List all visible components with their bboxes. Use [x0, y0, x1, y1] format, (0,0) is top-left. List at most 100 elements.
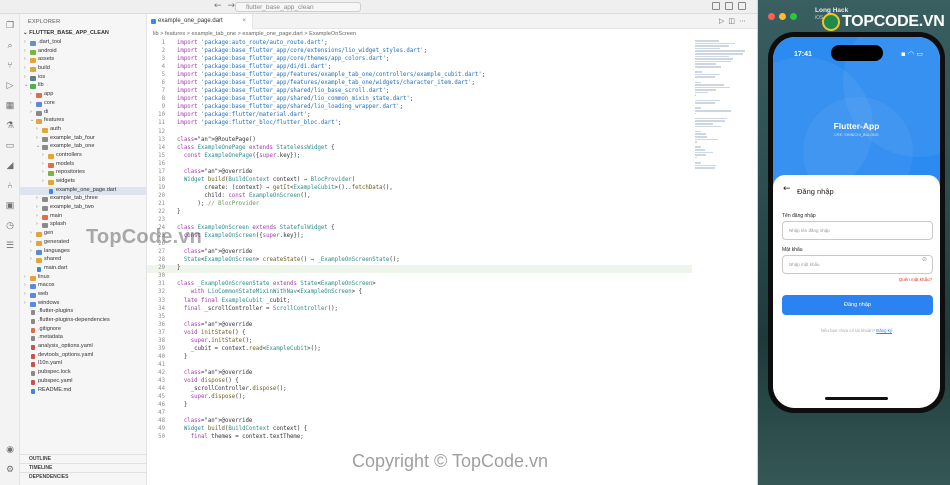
code-line[interactable]: 37 void initState() {	[147, 330, 692, 338]
code-line[interactable]: 42 class="an">@override	[147, 370, 692, 378]
code-line[interactable]: 12	[147, 129, 692, 137]
breadcrumb[interactable]: lib > features > example_tab_one > examp…	[153, 31, 356, 37]
command-center-search[interactable]: flutter_base_app_clean	[235, 2, 361, 12]
code-editor[interactable]: 1 import 'package:auto_route/auto_route.d…	[147, 40, 692, 442]
tree-folder[interactable]: › models	[20, 161, 147, 170]
project-root[interactable]: ⌄ FLUTTER_BASE_APP_CLEAN	[23, 30, 109, 36]
code-line[interactable]: 4 import 'package:base_flutter_app/di/di.…	[147, 64, 692, 72]
code-line[interactable]: 35	[147, 314, 692, 322]
code-line[interactable]: 16	[147, 161, 692, 169]
tree-file[interactable]: .metadata	[20, 334, 147, 343]
tree-folder[interactable]: › widgets	[20, 178, 147, 187]
code-line[interactable]: 20 child: const ExampleOnScreen(),	[147, 193, 692, 201]
code-line[interactable]: 44 _scrollController.dispose();	[147, 386, 692, 394]
tree-file[interactable]: .gitignore	[20, 326, 147, 335]
outline-section[interactable]: OUTLINE	[20, 454, 147, 463]
tree-folder[interactable]: › di	[20, 109, 147, 118]
tree-file[interactable]: .flutter-plugins-dependencies	[20, 317, 147, 326]
code-line[interactable]: 36 class="an">@override	[147, 322, 692, 330]
tree-folder[interactable]: › auth	[20, 126, 147, 135]
tree-folder[interactable]: ⌄ lib	[20, 82, 147, 91]
code-line[interactable]: 31 class _ExampleOnScreenState extends St…	[147, 281, 692, 289]
code-line[interactable]: 32 with LioCommonStateMixinWithNav<Examp…	[147, 289, 692, 297]
testing-icon[interactable]: ⚗	[5, 120, 15, 130]
remote-explorer-icon[interactable]: ▭	[5, 140, 15, 150]
login-button[interactable]: Đăng nhập	[782, 295, 933, 315]
tree-folder[interactable]: › example_tab_four	[20, 135, 147, 144]
code-line[interactable]: 43 void dispose() {	[147, 378, 692, 386]
tree-file[interactable]: analysis_options.yaml	[20, 343, 147, 352]
toggle-sidebar-icon[interactable]	[712, 2, 720, 10]
tree-folder[interactable]: › windows	[20, 300, 147, 309]
timeline-icon[interactable]: ◷	[5, 220, 15, 230]
split-editor-icon[interactable]: ◫	[728, 17, 739, 25]
tree-folder[interactable]: › ios	[20, 74, 147, 83]
code-line[interactable]: 7 import 'package:base_flutter_app/shared…	[147, 88, 692, 96]
tree-folder[interactable]: › linux	[20, 274, 147, 283]
code-line[interactable]: 46 }	[147, 402, 692, 410]
settings-gear-icon[interactable]: ⚙	[5, 464, 15, 474]
tree-folder[interactable]: › core	[20, 100, 147, 109]
zoom-window-icon[interactable]	[790, 13, 797, 20]
tree-folder[interactable]: › example_tab_three	[20, 195, 147, 204]
eye-off-icon[interactable]: ⊘	[922, 256, 927, 263]
code-line[interactable]: 38 super.initState();	[147, 338, 692, 346]
tree-folder[interactable]: › shared	[20, 256, 147, 265]
code-line[interactable]: 6 import 'package:base_flutter_app/featur…	[147, 80, 692, 88]
close-icon[interactable]: ×	[242, 14, 246, 29]
code-line[interactable]: 23	[147, 217, 692, 225]
tree-folder[interactable]: › assets	[20, 56, 147, 65]
code-line[interactable]: 40 }	[147, 354, 692, 362]
tree-folder[interactable]: › web	[20, 291, 147, 300]
tree-folder[interactable]: ⌄ example_tab_one	[20, 143, 147, 152]
tree-folder[interactable]: ⌄ features	[20, 117, 147, 126]
tree-file[interactable]: pubspec.yaml	[20, 378, 147, 387]
docker-icon[interactable]: ▣	[5, 200, 15, 210]
username-field[interactable]: Nhập tên đăng nhập	[782, 221, 933, 240]
code-line[interactable]: 48 class="an">@override	[147, 418, 692, 426]
password-field[interactable]: Nhập mật khẩu ⊘	[782, 255, 933, 274]
code-line[interactable]: 10 import 'package:flutter/material.dart'…	[147, 112, 692, 120]
code-line[interactable]: 45 super.dispose();	[147, 394, 692, 402]
tab-example-one-page[interactable]: example_one_page.dart ×	[147, 14, 253, 29]
tree-file[interactable]: README.md	[20, 387, 147, 396]
tree-folder[interactable]: › app	[20, 91, 147, 100]
tree-file[interactable]: devtools_options.yaml	[20, 352, 147, 361]
toggle-secondary-sidebar-icon[interactable]	[738, 2, 746, 10]
run-icon[interactable]: ▷	[719, 17, 728, 25]
tree-file[interactable]: example_one_page.dart	[20, 186, 147, 196]
tree-folder[interactable]: › android	[20, 48, 147, 57]
more-actions-icon[interactable]: ⋯	[739, 17, 750, 25]
code-line[interactable]: 15 const ExampleOnePage({super.key});	[147, 153, 692, 161]
forgot-password-link[interactable]: Quên mật khẩu?	[899, 277, 932, 282]
flutter-icon[interactable]: ◢	[5, 160, 15, 170]
search-icon[interactable]: ⌕	[5, 40, 15, 50]
code-line[interactable]: 21 ); // BlocProvider	[147, 201, 692, 209]
code-line[interactable]: 14 class ExampleOnePage extends Stateless…	[147, 145, 692, 153]
code-line[interactable]: 25 const ExampleOnScreen({super.key});	[147, 233, 692, 241]
code-line[interactable]: 50 final themes = context.textTheme;	[147, 434, 692, 442]
home-indicator[interactable]	[825, 397, 888, 400]
code-line[interactable]: 34 final _scrollController = ScrollContr…	[147, 306, 692, 314]
minimap[interactable]	[695, 40, 753, 169]
signup-link[interactable]: Đăng ký	[876, 328, 892, 333]
code-line[interactable]: 11 import 'package:flutter_bloc/flutter_b…	[147, 120, 692, 128]
account-icon[interactable]: ◉	[5, 444, 15, 454]
minimize-window-icon[interactable]	[779, 13, 786, 20]
tree-folder[interactable]: › main	[20, 213, 147, 222]
code-line[interactable]: 13 class="an">@RoutePage()	[147, 137, 692, 145]
source-control-icon[interactable]: ⑂	[5, 60, 15, 70]
code-line[interactable]: 41	[147, 362, 692, 370]
code-line[interactable]: 22}	[147, 209, 692, 217]
tree-folder[interactable]: › repositories	[20, 169, 147, 178]
database-icon[interactable]: ☰	[5, 240, 15, 250]
back-arrow-icon[interactable]: ←	[783, 184, 791, 194]
layout-controls[interactable]	[712, 2, 746, 10]
tree-folder[interactable]: › example_tab_two	[20, 204, 147, 213]
code-line[interactable]: 28 State<ExampleOnScreen> createState() …	[147, 257, 692, 265]
code-line[interactable]: 1 import 'package:auto_route/auto_route.d…	[147, 40, 692, 48]
code-line[interactable]: 17 class="an">@override	[147, 169, 692, 177]
git-graph-icon[interactable]: ⑃	[5, 180, 15, 190]
code-line[interactable]: 2 import 'package:base_flutter_app/core/e…	[147, 48, 692, 56]
code-line[interactable]: 27 class="an">@override	[147, 249, 692, 257]
